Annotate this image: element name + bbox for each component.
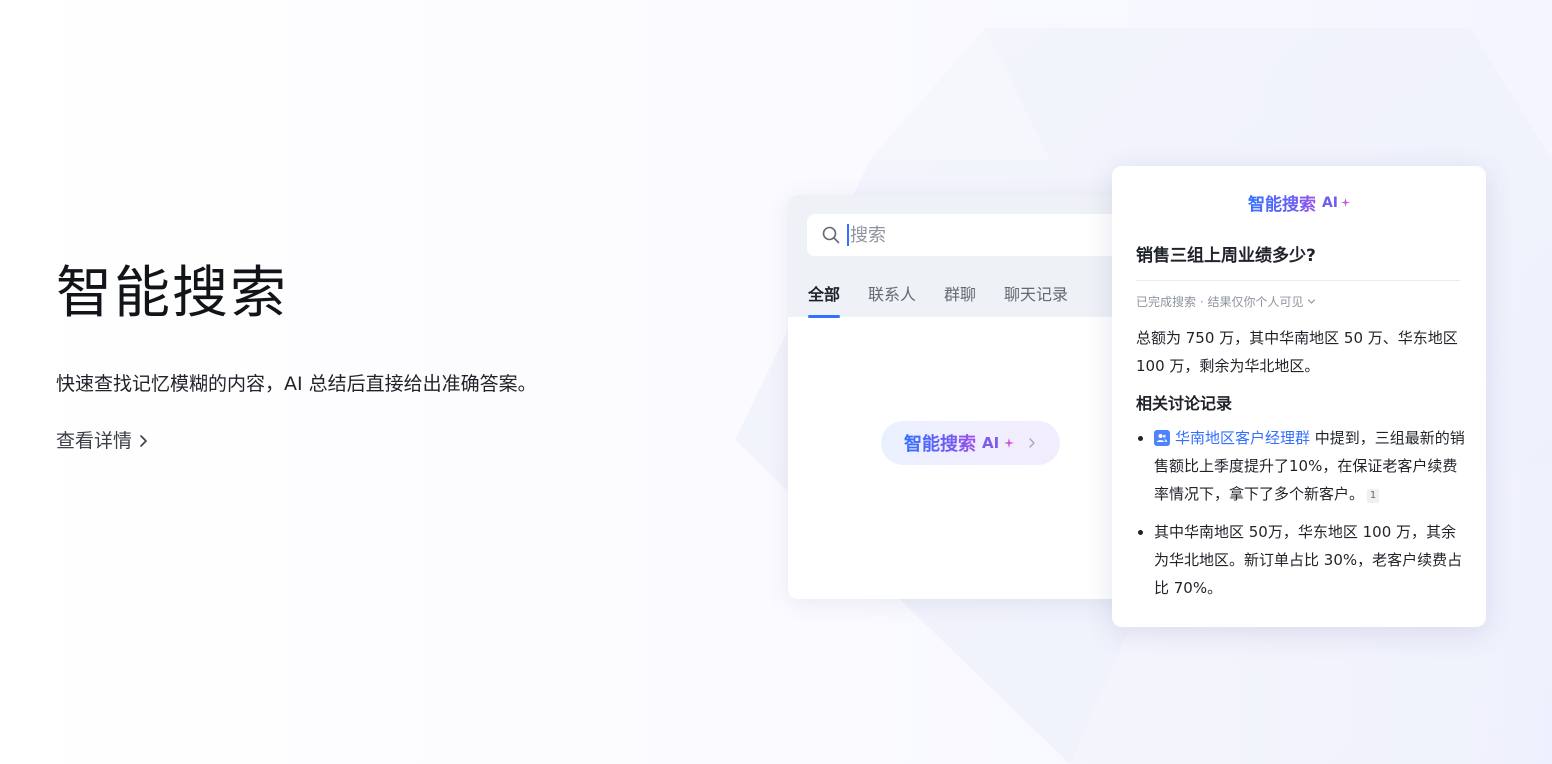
- ai-search-button[interactable]: 智能搜索 AI: [881, 421, 1061, 465]
- text-cursor: [847, 224, 849, 246]
- ai-search-button-label: 智能搜索: [904, 430, 976, 456]
- related-discussions-list: 华南地区客户经理群 中提到，三组最新的销售额比上季度提升了10%，在保证老客户续…: [1136, 424, 1468, 602]
- group-chat-link[interactable]: 华南地区客户经理群: [1154, 424, 1310, 452]
- ai-answer-card: 智能搜索 AI 销售三组上周业绩多少? 已完成搜索 · 结果仅你个人可见 总额为…: [1112, 166, 1486, 627]
- search-icon: [821, 225, 841, 245]
- tab-all[interactable]: 全部: [808, 281, 841, 318]
- list-item: 华南地区客户经理群 中提到，三组最新的销售额比上季度提升了10%，在保证老客户续…: [1136, 424, 1468, 508]
- chevron-right-icon: [1029, 438, 1035, 448]
- search-tabs: 全部 联系人 群聊 聊天记录: [808, 281, 1068, 318]
- related-discussions-title: 相关讨论记录: [1136, 394, 1233, 413]
- search-question: 销售三组上周业绩多少?: [1136, 246, 1316, 266]
- citation-marker[interactable]: 1: [1367, 489, 1380, 503]
- page-title: 智能搜索: [56, 261, 288, 326]
- search-box[interactable]: [807, 214, 1137, 256]
- list-item: 其中华南地区 50万，华东地区 100 万，其余为华北地区。新订单占比 30%，…: [1136, 518, 1468, 602]
- discussion-text: 其中华南地区 50万，华东地区 100 万，其余为华北地区。新订单占比 30%，…: [1154, 523, 1463, 597]
- group-chat-name: 华南地区客户经理群: [1175, 429, 1311, 447]
- sparkle-icon: [1004, 438, 1015, 448]
- page-stage: 智能搜索 快速查找记忆模糊的内容，AI 总结后直接给出准确答案。 查看详情 全部: [0, 0, 1552, 764]
- search-input[interactable]: [850, 224, 1090, 246]
- search-status[interactable]: 已完成搜索 · 结果仅你个人可见: [1136, 293, 1316, 310]
- sparkle-icon: [1341, 198, 1351, 207]
- search-panel: 全部 联系人 群聊 聊天记录 智能搜索 AI: [788, 195, 1148, 599]
- search-status-text: 已完成搜索 · 结果仅你个人可见: [1136, 295, 1304, 309]
- answer-summary: 总额为 750 万，其中华南地区 50 万、华东地区 100 万，剩余为华北地区…: [1136, 329, 1458, 375]
- card-title: 智能搜索: [1248, 190, 1316, 215]
- view-details-link[interactable]: 查看详情: [56, 427, 150, 455]
- tab-contacts[interactable]: 联系人: [868, 281, 916, 318]
- ai-badge: AI: [1321, 194, 1339, 211]
- tab-group-chats[interactable]: 群聊: [944, 281, 976, 318]
- chevron-down-icon: [1308, 299, 1316, 304]
- tab-chat-history[interactable]: 聊天记录: [1004, 281, 1068, 318]
- group-chat-icon: [1154, 430, 1170, 446]
- chevron-right-icon: [140, 435, 147, 447]
- divider: [1136, 280, 1460, 281]
- search-header: 全部 联系人 群聊 聊天记录: [788, 195, 1148, 318]
- ai-badge: AI: [982, 434, 1000, 452]
- view-details-label: 查看详情: [56, 430, 133, 452]
- feature-description: 快速查找记忆模糊的内容，AI 总结后直接给出准确答案。: [56, 373, 537, 395]
- card-header: 智能搜索 AI: [1112, 190, 1486, 215]
